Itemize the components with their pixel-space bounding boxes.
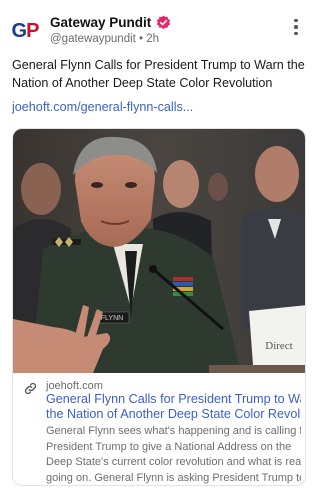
post-time[interactable]: 2h bbox=[146, 33, 159, 45]
card-meta: joehoft.com General Flynn Calls for Pres… bbox=[13, 373, 305, 485]
post-link[interactable]: joehoft.com/general-flynn-calls... bbox=[12, 100, 193, 114]
author-name[interactable]: Gateway Pundit bbox=[50, 15, 151, 30]
card-title[interactable]: General Flynn Calls for President Trump … bbox=[46, 392, 301, 422]
post-text: General Flynn Calls for President Trump … bbox=[12, 58, 305, 90]
link-preview-card[interactable]: FLYNN Direct joehoft.com General Flynn C… bbox=[12, 128, 306, 486]
avatar[interactable]: GP bbox=[10, 16, 40, 46]
separator-dot: • bbox=[139, 33, 144, 45]
verified-badge-icon bbox=[157, 15, 171, 30]
avatar-letter-g: G bbox=[11, 19, 28, 42]
card-description-line: Deep State's current color revolution an… bbox=[46, 456, 301, 469]
card-title-line: the Nation of Another Deep State Color R… bbox=[46, 407, 301, 421]
card-description-line: going on. General Flynn is asking Presid… bbox=[46, 471, 301, 484]
placard-text: Direct bbox=[265, 340, 292, 352]
post-header: GP Gateway Pundit @gatewaypundit • 2h bbox=[10, 14, 307, 50]
card-description: General Flynn sees what's happening and … bbox=[46, 424, 301, 485]
card-domain: joehoft.com bbox=[46, 380, 103, 392]
author-name-row: Gateway Pundit bbox=[50, 15, 171, 30]
card-title-line: General Flynn Calls for President Trump … bbox=[46, 392, 301, 406]
author-subline: @gatewaypundit • 2h bbox=[50, 33, 159, 45]
card-description-line: General Flynn sees what's happening and … bbox=[46, 425, 301, 437]
card-image: FLYNN Direct bbox=[13, 129, 305, 373]
link-icon bbox=[24, 382, 37, 395]
avatar-letter-p: P bbox=[26, 19, 39, 42]
social-post: GP Gateway Pundit @gatewaypundit • 2h Ge… bbox=[0, 0, 317, 500]
more-options-icon[interactable] bbox=[289, 16, 303, 38]
nameplate-text: FLYNN bbox=[101, 315, 123, 322]
author-handle[interactable]: @gatewaypundit bbox=[50, 33, 136, 45]
card-description-line: President Trump to give a National Addre… bbox=[46, 440, 292, 453]
